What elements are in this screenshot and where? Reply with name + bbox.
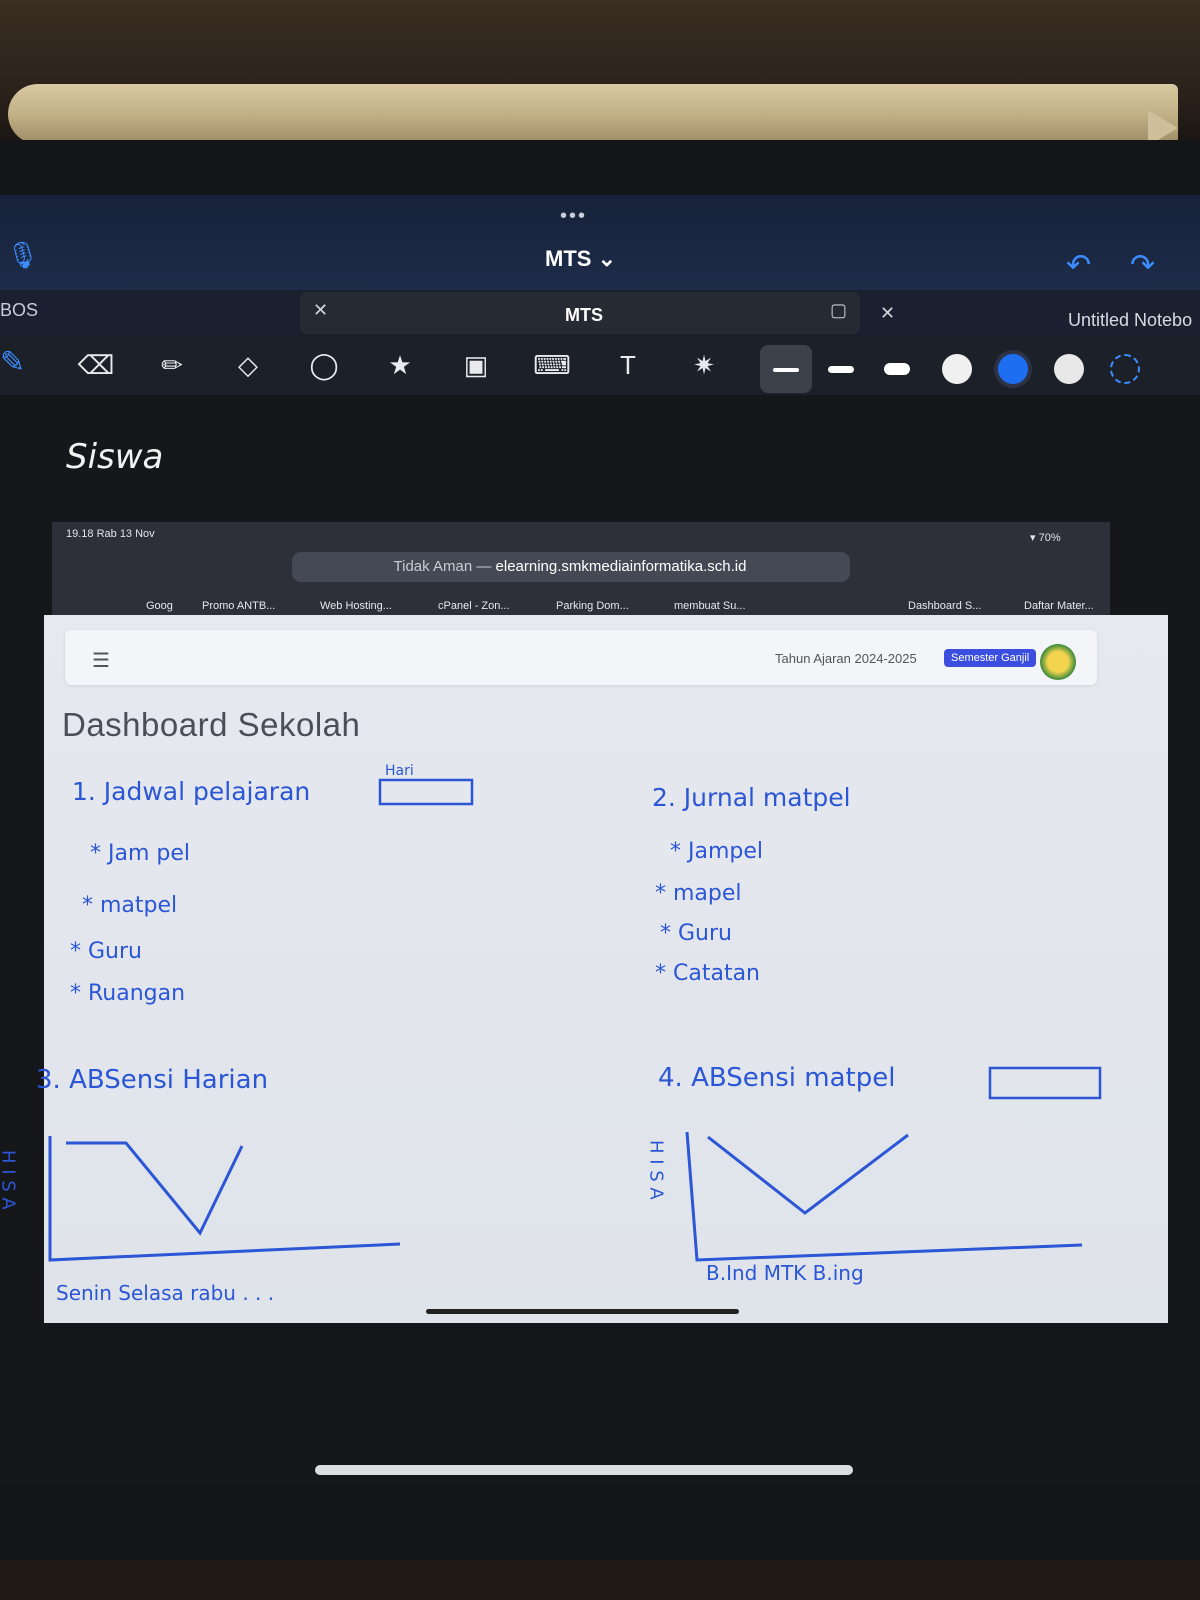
semester-badge: Semester Ganjil bbox=[944, 649, 1037, 667]
tab-mts-label: MTS bbox=[565, 305, 603, 325]
stroke-medium-button[interactable] bbox=[828, 366, 854, 373]
tab-bos[interactable]: BOS bbox=[0, 300, 38, 321]
battery-status: ▾ 70% bbox=[1030, 532, 1061, 544]
mic-icon[interactable]: 🎙 bbox=[6, 240, 39, 271]
stroke-thin-icon bbox=[773, 368, 799, 372]
redo-icon[interactable]: ↷ bbox=[1130, 248, 1155, 283]
stylus-pencil bbox=[8, 84, 1178, 144]
keyboard-icon[interactable]: ⌨ bbox=[530, 345, 574, 385]
bookmark-membuat[interactable]: membuat Su... bbox=[674, 600, 746, 612]
home-indicator[interactable] bbox=[315, 1465, 853, 1475]
bookmark-dashboard[interactable]: Dashboard S... bbox=[908, 600, 981, 612]
bookmark-web-hosting[interactable]: Web Hosting... bbox=[320, 600, 392, 612]
url-text: Tidak Aman — elearning.smkmediainformati… bbox=[300, 558, 840, 575]
eraser-icon[interactable]: ⌫ bbox=[74, 345, 118, 385]
stroke-thick-button[interactable] bbox=[884, 363, 910, 375]
notebook-title[interactable]: MTS ⌄ bbox=[545, 246, 616, 272]
bookmark-google[interactable]: Goog bbox=[146, 600, 173, 612]
highlighter-icon[interactable]: ✏ bbox=[150, 345, 194, 385]
tab-untitled-notebook[interactable]: Untitled Notebo bbox=[1068, 310, 1192, 331]
photo-scene: ••• MTS ⌄ 🎙 ↶ ↷ BOS ✕ MTS ▢ ✕ Untitled N… bbox=[0, 0, 1200, 1600]
color-swatch-white[interactable] bbox=[942, 354, 972, 384]
page-title: Dashboard Sekolah bbox=[62, 706, 361, 743]
bookmark-cpanel[interactable]: cPanel - Zon... bbox=[438, 600, 510, 612]
add-color-icon[interactable] bbox=[1110, 354, 1140, 384]
close-icon[interactable]: ✕ bbox=[880, 303, 895, 324]
shapes-icon[interactable]: ◇ bbox=[226, 345, 270, 385]
webpage-home-indicator bbox=[426, 1309, 739, 1314]
color-swatch-blue-selected[interactable] bbox=[998, 354, 1028, 384]
url-prefix: Tidak Aman — bbox=[393, 558, 492, 575]
url-domain: elearning.smkmediainformatika.sch.id bbox=[495, 558, 747, 575]
bookmark-parking[interactable]: Parking Dom... bbox=[556, 600, 629, 612]
notebook-title-text: MTS bbox=[545, 246, 592, 271]
sticker-icon[interactable]: ★ bbox=[378, 345, 422, 385]
status-time: 19.18 Rab 13 Nov bbox=[66, 528, 155, 540]
bookmark-promo[interactable]: Promo ANTB... bbox=[202, 600, 275, 612]
color-swatch-light[interactable] bbox=[1054, 354, 1084, 384]
split-view-icon[interactable]: ▢ bbox=[830, 300, 847, 321]
school-logo bbox=[1040, 644, 1076, 680]
pen-icon[interactable]: ✎ bbox=[0, 345, 25, 380]
multitask-dots[interactable]: ••• bbox=[560, 205, 587, 228]
text-icon[interactable]: T bbox=[606, 345, 650, 385]
close-icon[interactable]: ✕ bbox=[313, 300, 328, 321]
lasso-icon[interactable]: ◯ bbox=[302, 345, 346, 385]
laser-icon[interactable]: ✷ bbox=[682, 345, 726, 385]
image-icon[interactable]: ▣ bbox=[454, 345, 498, 385]
menu-icon[interactable]: ☰ bbox=[92, 648, 110, 673]
undo-icon[interactable]: ↶ bbox=[1066, 248, 1091, 283]
webpage-navbar bbox=[65, 630, 1097, 685]
bookmark-daftar-materi[interactable]: Daftar Mater... bbox=[1024, 600, 1094, 612]
battery-text: 70% bbox=[1038, 532, 1061, 544]
academic-year: Tahun Ajaran 2024-2025 bbox=[775, 651, 917, 666]
desk-edge bbox=[0, 1560, 1200, 1600]
